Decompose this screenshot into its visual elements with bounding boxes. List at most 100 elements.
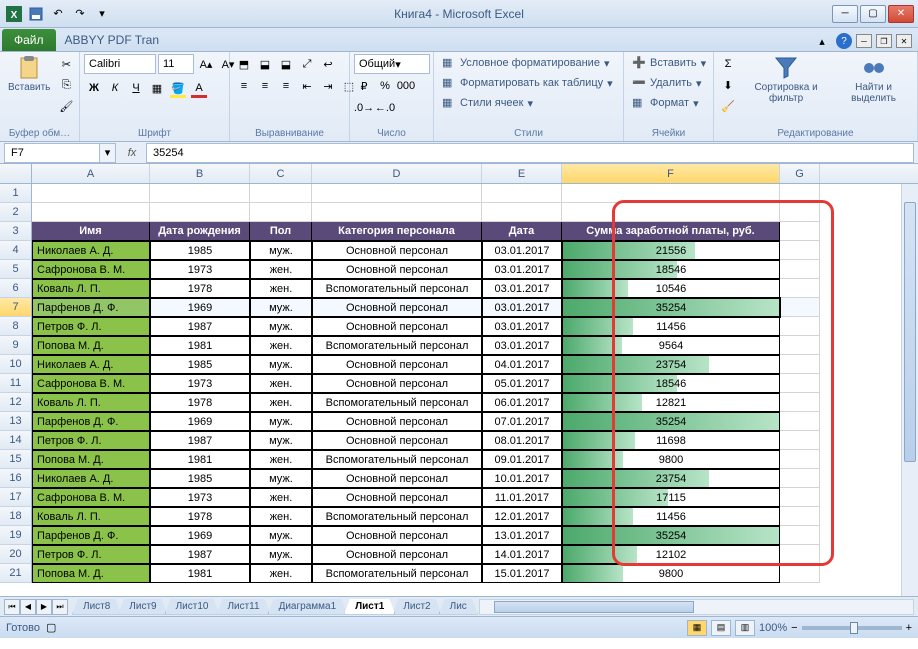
- data-cell[interactable]: муж.: [250, 412, 312, 431]
- zoom-level[interactable]: 100%: [759, 622, 787, 634]
- data-cell[interactable]: 1969: [150, 412, 250, 431]
- name-cell[interactable]: Петров Ф. Л.: [32, 431, 150, 450]
- help-icon[interactable]: ?: [836, 33, 852, 49]
- data-cell[interactable]: 1987: [150, 317, 250, 336]
- data-cell[interactable]: 1969: [150, 298, 250, 317]
- cell-styles-button[interactable]: ▦Стили ячеек ▾: [438, 94, 537, 112]
- column-header-F[interactable]: F: [562, 164, 780, 183]
- italic-icon[interactable]: К: [105, 78, 125, 98]
- salary-cell[interactable]: 18546: [562, 374, 780, 393]
- wrap-text-icon[interactable]: ↩: [318, 54, 338, 74]
- name-box[interactable]: F7: [4, 143, 100, 163]
- insert-cells-button[interactable]: ➕Вставить ▾: [628, 54, 710, 72]
- data-cell[interactable]: 09.01.2017: [482, 450, 562, 469]
- minimize-button[interactable]: ─: [832, 5, 858, 23]
- cell[interactable]: [780, 298, 820, 317]
- salary-cell[interactable]: 23754: [562, 355, 780, 374]
- data-cell[interactable]: 03.01.2017: [482, 298, 562, 317]
- font-color-icon[interactable]: A: [189, 78, 209, 98]
- horizontal-scroll-thumb[interactable]: [494, 601, 694, 613]
- row-header-14[interactable]: 14: [0, 431, 32, 450]
- data-cell[interactable]: Основной персонал: [312, 317, 482, 336]
- table-header-cell[interactable]: Дата: [482, 222, 562, 241]
- table-header-cell[interactable]: Категория персонала: [312, 222, 482, 241]
- name-box-dropdown-icon[interactable]: ▾: [100, 143, 116, 163]
- cell[interactable]: [780, 222, 820, 241]
- font-size-combo[interactable]: [158, 54, 194, 74]
- cell[interactable]: [482, 203, 562, 222]
- sheet-tab[interactable]: Лист11: [216, 599, 270, 615]
- cell[interactable]: [562, 184, 780, 203]
- data-cell[interactable]: Основной персонал: [312, 488, 482, 507]
- row-header-21[interactable]: 21: [0, 564, 32, 583]
- salary-cell[interactable]: 9564: [562, 336, 780, 355]
- name-cell[interactable]: Николаев А. Д.: [32, 469, 150, 488]
- ribbon-minimize-icon[interactable]: ▴: [812, 31, 832, 51]
- cell[interactable]: [780, 393, 820, 412]
- sheet-nav-prev-icon[interactable]: ◀: [20, 599, 36, 615]
- autosum-icon[interactable]: Σ: [718, 54, 738, 74]
- salary-cell[interactable]: 35254: [562, 412, 780, 431]
- data-cell[interactable]: 1973: [150, 488, 250, 507]
- data-cell[interactable]: 1987: [150, 431, 250, 450]
- data-cell[interactable]: Вспомогательный персонал: [312, 507, 482, 526]
- cell[interactable]: [780, 469, 820, 488]
- table-header-cell[interactable]: Дата рождения: [150, 222, 250, 241]
- data-cell[interactable]: 1987: [150, 545, 250, 564]
- data-cell[interactable]: 15.01.2017: [482, 564, 562, 583]
- data-cell[interactable]: Основной персонал: [312, 374, 482, 393]
- row-header-7[interactable]: 7: [0, 298, 32, 317]
- data-cell[interactable]: жен.: [250, 507, 312, 526]
- sheet-tab[interactable]: Лист1: [344, 599, 395, 615]
- cell[interactable]: [780, 507, 820, 526]
- cell[interactable]: [780, 374, 820, 393]
- salary-cell[interactable]: 9800: [562, 450, 780, 469]
- data-cell[interactable]: муж.: [250, 526, 312, 545]
- close-button[interactable]: ✕: [888, 5, 914, 23]
- salary-cell[interactable]: 12821: [562, 393, 780, 412]
- row-header-13[interactable]: 13: [0, 412, 32, 431]
- name-cell[interactable]: Сафронова В. М.: [32, 374, 150, 393]
- data-cell[interactable]: Вспомогательный персонал: [312, 450, 482, 469]
- data-cell[interactable]: Вспомогательный персонал: [312, 564, 482, 583]
- data-cell[interactable]: 03.01.2017: [482, 279, 562, 298]
- fill-icon[interactable]: ⬇: [718, 75, 738, 95]
- currency-icon[interactable]: ₽: [354, 76, 374, 96]
- mdi-minimize-icon[interactable]: ─: [856, 34, 872, 48]
- number-format-combo[interactable]: Общий ▾: [354, 54, 430, 74]
- salary-cell[interactable]: 35254: [562, 526, 780, 545]
- align-center-icon[interactable]: ≡: [255, 76, 275, 96]
- page-break-view-icon[interactable]: ▥: [735, 620, 755, 636]
- cell[interactable]: [780, 203, 820, 222]
- data-cell[interactable]: жен.: [250, 279, 312, 298]
- row-header-6[interactable]: 6: [0, 279, 32, 298]
- cell[interactable]: [780, 317, 820, 336]
- data-cell[interactable]: жен.: [250, 564, 312, 583]
- zoom-thumb[interactable]: [850, 622, 858, 634]
- salary-cell[interactable]: 18546: [562, 260, 780, 279]
- column-header-B[interactable]: B: [150, 164, 250, 183]
- cell[interactable]: [780, 450, 820, 469]
- select-all-corner[interactable]: [0, 164, 32, 183]
- save-icon[interactable]: [26, 4, 46, 24]
- cell[interactable]: [780, 336, 820, 355]
- cell[interactable]: [780, 279, 820, 298]
- cell[interactable]: [150, 203, 250, 222]
- data-cell[interactable]: 1985: [150, 469, 250, 488]
- data-cell[interactable]: Основной персонал: [312, 545, 482, 564]
- mdi-restore-icon[interactable]: ❐: [876, 34, 892, 48]
- salary-cell[interactable]: 12102: [562, 545, 780, 564]
- data-cell[interactable]: Основной персонал: [312, 431, 482, 450]
- name-cell[interactable]: Парфенов Д. Ф.: [32, 298, 150, 317]
- data-cell[interactable]: 05.01.2017: [482, 374, 562, 393]
- row-header-3[interactable]: 3: [0, 222, 32, 241]
- name-cell[interactable]: Николаев А. Д.: [32, 241, 150, 260]
- undo-icon[interactable]: ↶: [48, 4, 68, 24]
- name-cell[interactable]: Попова М. Д.: [32, 564, 150, 583]
- formula-input[interactable]: [146, 143, 914, 163]
- grow-font-icon[interactable]: A▴: [196, 54, 216, 74]
- data-cell[interactable]: муж.: [250, 241, 312, 260]
- data-cell[interactable]: муж.: [250, 298, 312, 317]
- data-cell[interactable]: 08.01.2017: [482, 431, 562, 450]
- normal-view-icon[interactable]: ▦: [687, 620, 707, 636]
